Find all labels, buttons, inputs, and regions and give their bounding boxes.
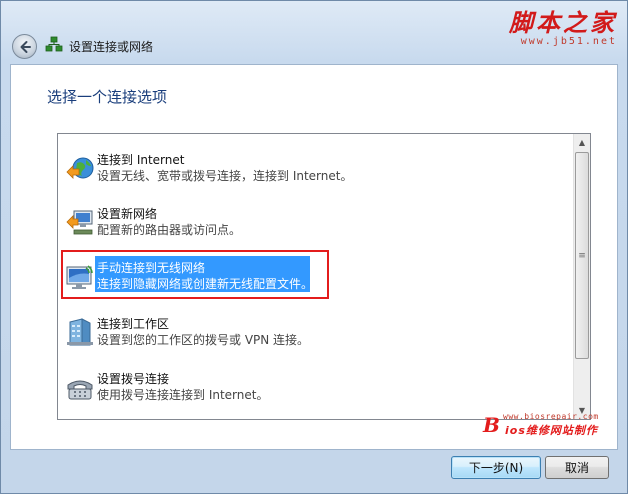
option-description: 设置到您的工作区的拨号或 VPN 连接。 — [97, 333, 310, 347]
option-setup-new-network[interactable]: 设置新网络 配置新的路由器或访问点。 — [58, 196, 573, 246]
new-network-icon — [66, 210, 93, 235]
option-title: 连接到工作区 — [97, 317, 170, 331]
watermark-text: ios维修网站制作 — [505, 424, 598, 437]
option-title: 设置拨号连接 — [97, 372, 170, 386]
scroll-up-button[interactable]: ▲ — [574, 134, 590, 151]
option-connect-internet[interactable]: 连接到 Internet 设置无线、宽带或拨号连接，连接到 Internet。 — [58, 142, 573, 192]
watermark-url: www.jb51.net — [520, 36, 617, 47]
option-description: 配置新的路由器或访问点。 — [97, 223, 242, 237]
scroll-up-icon: ▲ — [578, 138, 586, 147]
list-scrollbar[interactable]: ▲ ≡ ▼ — [573, 134, 590, 419]
back-button[interactable] — [12, 34, 37, 59]
option-description: 连接到隐藏网络或创建新无线配置文件。 — [97, 277, 314, 291]
watermark-biosrepair: B www.biosrepair.com ios维修网站制作 — [473, 410, 619, 437]
page-heading: 选择一个连接选项 — [47, 88, 168, 106]
connection-options-list[interactable]: 连接到 Internet 设置无线、宽带或拨号连接，连接到 Internet。 … — [57, 133, 591, 420]
next-button[interactable]: 下一步(N) — [451, 456, 541, 479]
watermark-logo: B — [483, 413, 500, 437]
dialup-phone-icon — [67, 380, 93, 400]
option-description: 设置无线、宽带或拨号连接，连接到 Internet。 — [97, 169, 353, 183]
option-title: 连接到 Internet — [97, 153, 185, 167]
option-title: 设置新网络 — [97, 207, 158, 221]
grip-icon: ≡ — [578, 250, 586, 261]
network-setup-icon — [45, 36, 63, 52]
content-panel: 选择一个连接选项 连接到 Internet 设置无线、宽带或拨号连接，连接到 I… — [10, 64, 618, 450]
back-arrow-icon — [20, 40, 31, 53]
globe-connection-icon — [66, 157, 94, 179]
wireless-monitor-icon — [66, 265, 93, 289]
cancel-button[interactable]: 取消 — [545, 456, 609, 479]
option-connect-workplace[interactable]: 连接到工作区 设置到您的工作区的拨号或 VPN 连接。 — [58, 306, 573, 356]
option-description: 使用拨号连接连接到 Internet。 — [97, 388, 269, 402]
option-setup-dialup[interactable]: 设置拨号连接 使用拨号连接连接到 Internet。 — [58, 361, 573, 411]
workplace-building-icon — [67, 318, 93, 346]
window-title: 设置连接或网络 — [69, 40, 154, 54]
option-manual-wireless[interactable]: 手动连接到无线网络 连接到隐藏网络或创建新无线配置文件。 — [58, 250, 573, 300]
option-title: 手动连接到无线网络 — [97, 261, 206, 275]
dialog-window: 设置连接或网络 脚本之家 www.jb51.net 选择一个连接选项 连接到 I… — [0, 0, 628, 494]
title-bar: 设置连接或网络 脚本之家 www.jb51.net — [1, 1, 627, 63]
watermark-url: www.biosrepair.com — [503, 412, 599, 421]
watermark-jb51: 脚本之家 www.jb51.net — [509, 3, 617, 47]
scroll-thumb[interactable]: ≡ — [575, 152, 589, 359]
watermark-title: 脚本之家 — [509, 8, 617, 37]
